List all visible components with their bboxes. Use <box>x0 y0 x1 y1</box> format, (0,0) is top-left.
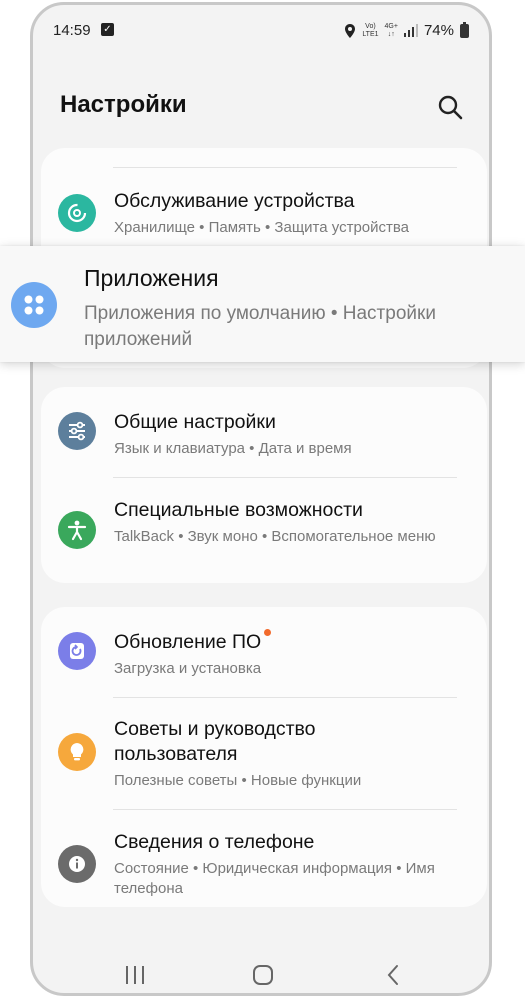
setting-accessibility[interactable]: Специальные возможности TalkBack • Звук … <box>41 479 487 579</box>
setting-title: Советы и руководство пользователя <box>114 718 316 765</box>
volte-indicator: Vo) LTE1 <box>362 23 378 39</box>
setting-title: Сведения о телефоне <box>114 831 315 853</box>
setting-subtitle: Загрузка и установка <box>114 660 262 677</box>
notification-check-icon: ✓ <box>101 23 114 36</box>
setting-subtitle: TalkBack • Звук моно • Вспомогательное м… <box>114 528 436 545</box>
nav-home-button[interactable] <box>249 963 277 987</box>
divider <box>113 167 457 168</box>
lightbulb-icon <box>58 733 96 771</box>
back-icon <box>387 965 398 985</box>
apps-grid-icon <box>11 282 57 328</box>
setting-title: Обновление ПО <box>114 629 272 654</box>
status-time: 14:59 <box>53 22 91 39</box>
nav-recents-button[interactable] <box>121 963 149 987</box>
update-icon <box>58 632 96 670</box>
accessibility-person-icon <box>58 511 96 549</box>
phone-frame: 14:59 ✓ Vo) LTE1 4G+ ↓↑ 74% Настройки Об… <box>30 2 492 996</box>
setting-about[interactable]: Сведения о телефоне Состояние • Юридичес… <box>41 811 487 907</box>
setting-title-text: Обновление ПО <box>114 631 262 653</box>
home-icon <box>253 965 273 985</box>
device-care-icon <box>58 194 96 232</box>
signal-icon <box>403 24 418 37</box>
volte-label: Vo) <box>365 22 376 30</box>
info-icon <box>58 845 96 883</box>
recents-icon <box>126 966 144 984</box>
net-gen-indicator: 4G+ ↓↑ <box>385 23 398 39</box>
setting-apps-title: Приложения <box>84 265 219 291</box>
battery-icon <box>460 21 469 38</box>
divider <box>113 697 457 698</box>
status-right: Vo) LTE1 4G+ ↓↑ 74% <box>344 21 469 39</box>
status-bar: 14:59 ✓ Vo) LTE1 4G+ ↓↑ 74% <box>33 5 489 57</box>
setting-apps-subtitle: Приложения по умолчанию • Настройки прил… <box>84 303 436 350</box>
card-general: Общие настройки Язык и клавиатура • Дата… <box>41 387 487 583</box>
setting-title: Обслуживание устройства <box>114 190 355 212</box>
setting-subtitle: Полезные советы • Новые функции <box>114 772 362 789</box>
setting-general[interactable]: Общие настройки Язык и клавиатура • Дата… <box>41 387 487 475</box>
setting-subtitle: Язык и клавиатура • Дата и время <box>114 440 352 457</box>
sliders-icon <box>58 412 96 450</box>
card-support: Обновление ПО Загрузка и установка Совет… <box>41 607 487 907</box>
nav-back-button[interactable] <box>379 963 407 987</box>
data-arrows-icon: ↓↑ <box>387 30 395 38</box>
navigation-bar <box>33 955 489 993</box>
battery-percent: 74% <box>423 22 454 39</box>
search-button[interactable] <box>436 93 464 121</box>
search-icon <box>438 95 463 120</box>
update-badge <box>264 629 272 636</box>
setting-title: Общие настройки <box>114 411 276 433</box>
net-gen-label: 4G+ <box>384 22 398 30</box>
setting-subtitle: Состояние • Юридическая информация • Имя… <box>114 860 435 897</box>
setting-software-update[interactable]: Обновление ПО Загрузка и установка <box>41 607 487 695</box>
setting-title: Специальные возможности <box>114 499 363 521</box>
location-icon <box>345 23 356 38</box>
setting-tips[interactable]: Советы и руководство пользователя Полезн… <box>41 699 487 809</box>
setting-subtitle: Хранилище • Память • Защита устройства <box>114 219 410 236</box>
setting-device-care[interactable]: Обслуживание устройства Хранилище • Памя… <box>41 178 487 248</box>
divider <box>113 809 457 810</box>
page-title: Настройки <box>60 91 187 118</box>
divider <box>113 477 457 478</box>
lte-label: LTE1 <box>362 30 379 38</box>
